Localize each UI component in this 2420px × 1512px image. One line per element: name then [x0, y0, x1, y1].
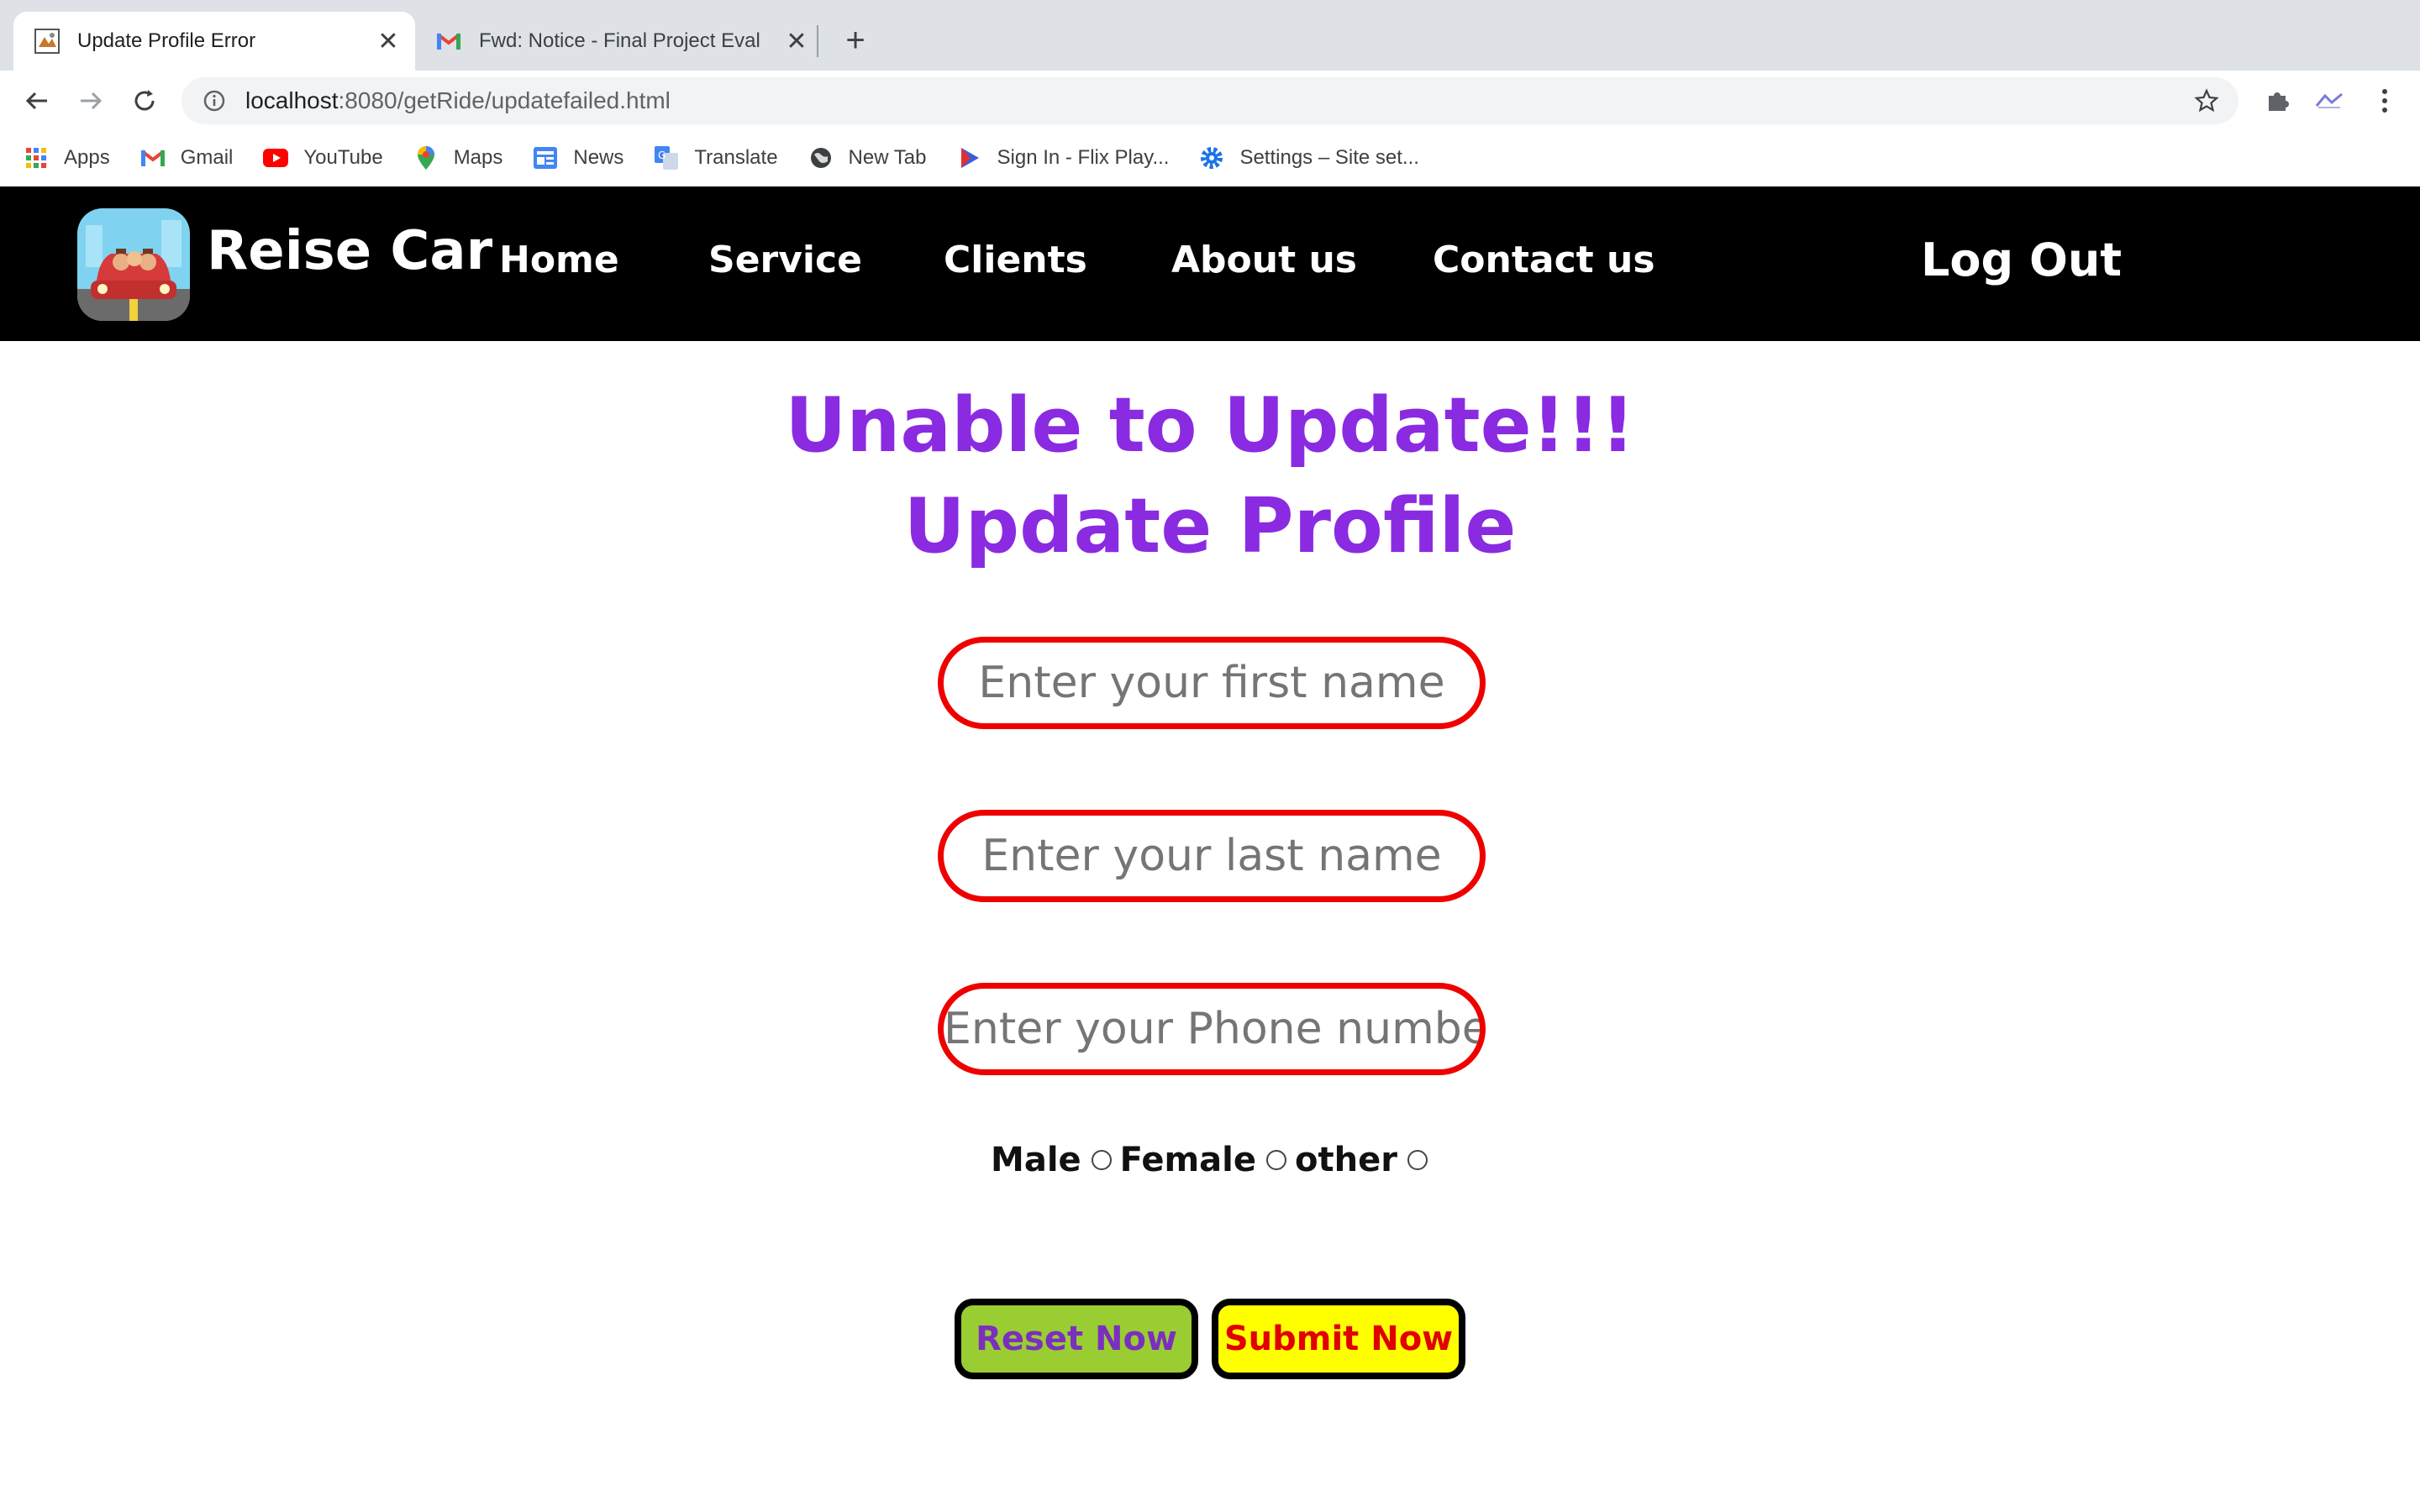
gear-icon — [1199, 145, 1224, 171]
bookmark-new-tab[interactable]: New Tab — [808, 145, 927, 171]
globe-icon — [808, 145, 834, 171]
nav-contact-link[interactable]: Contact us — [1433, 239, 1655, 281]
nav-service-link[interactable]: Service — [708, 239, 862, 281]
url-text: localhost:8080/getRide/updatefailed.html — [245, 87, 671, 114]
bookmark-label: Apps — [64, 146, 110, 169]
browser-toolbar: localhost:8080/getRide/updatefailed.html — [0, 71, 2420, 131]
svg-text:G: G — [658, 150, 666, 161]
bookmark-label: New Tab — [848, 146, 927, 169]
apps-grid-icon — [24, 145, 49, 171]
gender-female-radio[interactable] — [1266, 1150, 1287, 1170]
tab-separator — [817, 25, 818, 57]
extension-logo-icon[interactable] — [2311, 82, 2348, 119]
bookmark-label: News — [573, 146, 624, 169]
menu-kebab-icon[interactable] — [2366, 82, 2403, 119]
back-arrow-icon[interactable] — [17, 79, 57, 123]
tab-title: Fwd: Notice - Final Project Eval — [479, 29, 760, 52]
gmail-icon — [435, 28, 462, 55]
tab-update-profile-error[interactable]: Update Profile Error ✕ — [13, 12, 415, 71]
maps-icon — [413, 145, 439, 171]
last-name-input[interactable] — [938, 810, 1486, 902]
bookmark-maps[interactable]: Maps — [413, 145, 503, 171]
new-tab-plus-icon[interactable]: + — [839, 20, 872, 60]
bookmark-label: Gmail — [180, 146, 234, 169]
address-bar[interactable]: localhost:8080/getRide/updatefailed.html — [182, 77, 2238, 124]
nav-clients-link[interactable]: Clients — [944, 239, 1087, 281]
extensions-puzzle-icon[interactable] — [2259, 82, 2296, 119]
bookmark-apps[interactable]: Apps — [24, 145, 110, 171]
bookmark-flix-play[interactable]: Sign In - Flix Play... — [957, 145, 1170, 171]
gender-other-radio[interactable] — [1407, 1150, 1428, 1170]
tab-close-icon[interactable]: ✕ — [371, 27, 405, 56]
form-title: Update Profile — [903, 482, 1517, 570]
url-host: localhost — [245, 87, 339, 113]
bookmark-label: Sign In - Flix Play... — [997, 146, 1170, 169]
error-title: Unable to Update!!! — [785, 381, 1635, 470]
tab-title: Update Profile Error — [77, 29, 256, 52]
forward-arrow-icon[interactable] — [71, 79, 111, 123]
nav-about-link[interactable]: About us — [1171, 239, 1357, 281]
url-path: :8080/getRide/updatefailed.html — [338, 87, 671, 113]
gender-radio-group: Male Female other — [0, 1141, 2420, 1179]
bookmark-settings[interactable]: Settings – Site set... — [1199, 145, 1419, 171]
nav-home-link[interactable]: Home — [499, 239, 619, 281]
submit-button[interactable]: Submit Now — [1212, 1299, 1465, 1379]
play-icon — [957, 145, 982, 171]
tab-gmail-notice[interactable]: Fwd: Notice - Final Project Eval ✕ — [420, 12, 823, 71]
reset-button[interactable]: Reset Now — [955, 1299, 1198, 1379]
reload-icon[interactable] — [124, 79, 165, 123]
tab-close-icon[interactable]: ✕ — [780, 27, 813, 56]
bookmark-label: YouTube — [303, 146, 383, 169]
logout-link[interactable]: Log Out — [1921, 234, 2122, 286]
first-name-input[interactable] — [938, 637, 1486, 729]
gmail-icon — [140, 145, 166, 171]
site-navbar: Reise Car Home Service Clients About us … — [0, 186, 2420, 341]
browser-tab-strip: Update Profile Error ✕ Fwd: Notice - Fin… — [0, 0, 2420, 71]
phone-number-input[interactable] — [938, 983, 1486, 1075]
brand-name[interactable]: Reise Car — [207, 220, 492, 282]
site-favicon-icon — [34, 28, 60, 55]
car-logo-image[interactable] — [77, 208, 190, 321]
gender-other-label: other — [1295, 1141, 1397, 1179]
bookmark-label: Translate — [694, 146, 778, 169]
news-icon — [533, 145, 558, 171]
bookmark-gmail[interactable]: Gmail — [140, 145, 234, 171]
site-info-icon[interactable] — [200, 87, 229, 115]
gender-male-label: Male — [991, 1141, 1081, 1179]
bookmark-translate[interactable]: G Translate — [654, 145, 778, 171]
bookmark-youtube[interactable]: YouTube — [263, 145, 383, 171]
gender-male-radio[interactable] — [1091, 1150, 1112, 1170]
bookmark-label: Maps — [453, 146, 503, 169]
bookmark-news[interactable]: News — [533, 145, 623, 171]
gender-female-label: Female — [1119, 1141, 1257, 1179]
bookmark-star-icon[interactable] — [2191, 86, 2222, 116]
bookmarks-bar: Apps Gmail YouTube Maps News G Translate — [0, 131, 2420, 185]
translate-icon: G — [654, 145, 679, 171]
bookmark-label: Settings – Site set... — [1239, 146, 1419, 169]
youtube-icon — [263, 145, 289, 171]
